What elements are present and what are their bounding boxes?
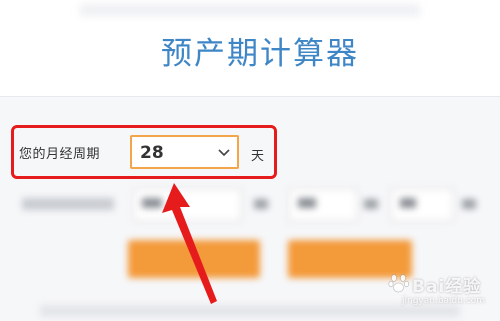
blurred-top-strip [80, 4, 420, 16]
blurred-month-unit [364, 199, 378, 209]
page-header: 预产期计算器 [0, 0, 500, 97]
blurred-day-unit [462, 199, 476, 209]
blurred-date-label [22, 198, 114, 210]
blurred-day-value [400, 198, 416, 208]
blurred-calculate-button[interactable] [128, 240, 260, 278]
blurred-month-value [298, 198, 316, 208]
watermark-text: Bai经验 [412, 277, 482, 297]
watermark-url: jingyan.baidu.com [402, 296, 486, 306]
paw-icon [388, 274, 409, 293]
annotation-highlight-box [11, 125, 277, 179]
page-title: 预产期计算器 [161, 36, 359, 72]
blurred-year-unit [254, 199, 268, 209]
watermark-logo: Bai经验 jingyan.baidu.com [384, 270, 496, 316]
blurred-year-value [142, 198, 162, 208]
